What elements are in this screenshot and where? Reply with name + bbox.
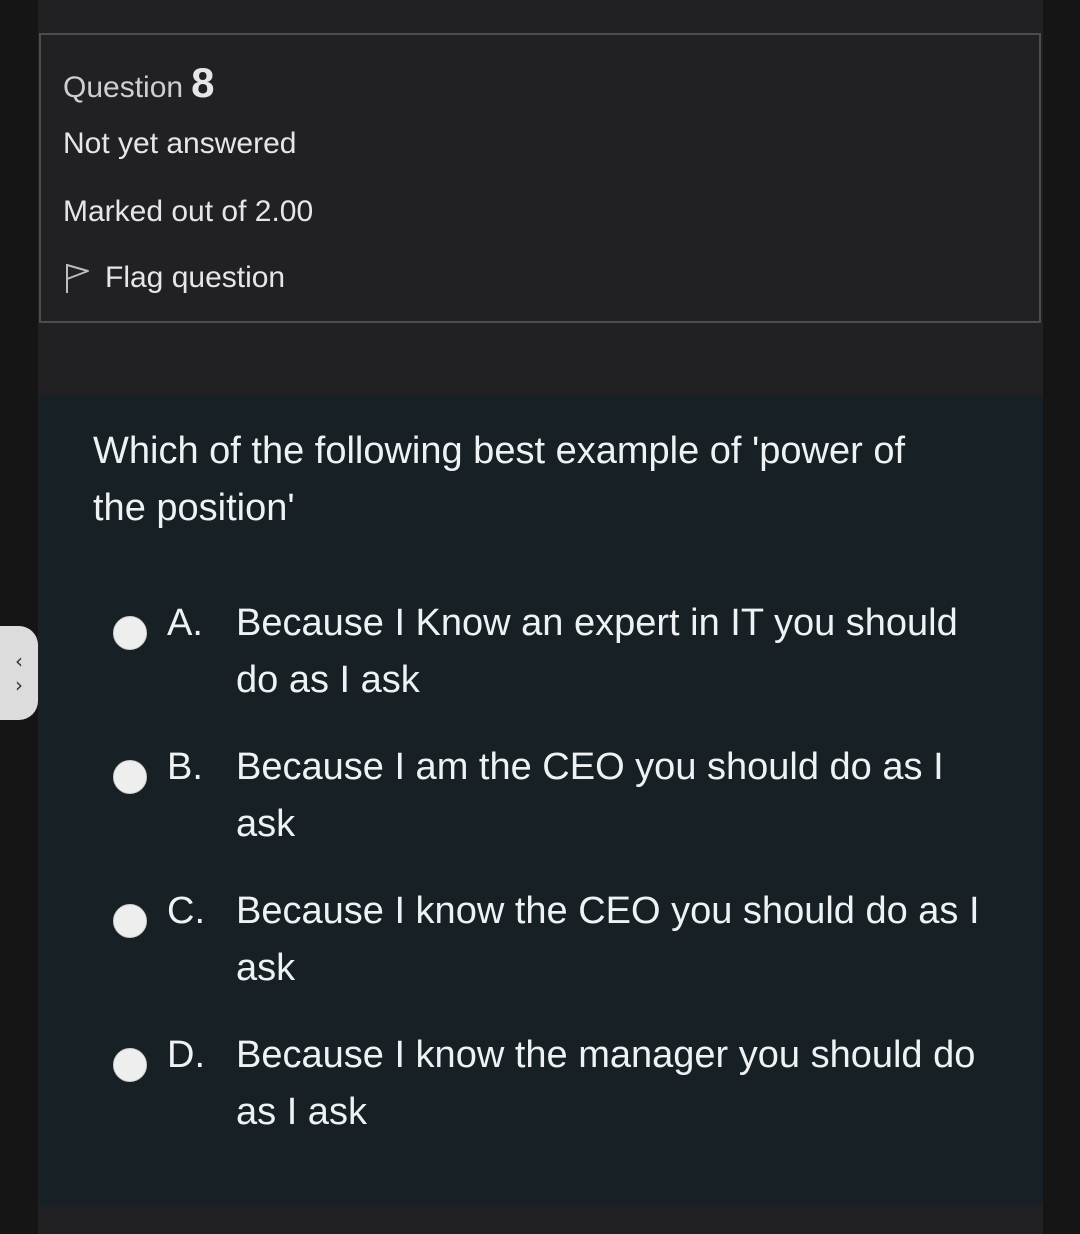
- marks-info: Marked out of 2.00: [63, 195, 314, 228]
- flag-icon: [63, 262, 91, 294]
- side-nav-toggle[interactable]: ‹ ›: [0, 626, 38, 720]
- answer-text: Because I know the CEO you should do as …: [236, 890, 980, 989]
- chevron-up-icon: ‹: [15, 649, 23, 673]
- answer-option-a[interactable]: A. Because I Know an expert in IT you sh…: [39, 595, 1043, 715]
- answer-letter: D.: [167, 1034, 205, 1076]
- answer-option-c[interactable]: C. Because I know the CEO you should do …: [39, 883, 1043, 1003]
- radio-button[interactable]: [113, 1048, 147, 1082]
- flag-question-button[interactable]: Flag question: [63, 261, 285, 295]
- chevron-down-icon: ›: [15, 673, 23, 697]
- answer-text: Because I am the CEO you should do as I …: [236, 746, 944, 845]
- question-info-box: Question 8 Not yet answered Marked out o…: [39, 33, 1041, 323]
- question-content: Which of the following best example of '…: [39, 395, 1043, 1205]
- question-number: 8: [191, 59, 215, 106]
- answer-letter: A.: [167, 602, 203, 644]
- question-text: Which of the following best example of '…: [93, 430, 906, 529]
- answer-text: Because I know the manager you should do…: [236, 1034, 976, 1133]
- answer-option-d[interactable]: D. Because I know the manager you should…: [39, 1027, 1043, 1147]
- answer-option-b[interactable]: B. Because I am the CEO you should do as…: [39, 739, 1043, 859]
- answer-status: Not yet answered: [63, 127, 297, 160]
- radio-button[interactable]: [113, 616, 147, 650]
- radio-button[interactable]: [113, 760, 147, 794]
- flag-question-label: Flag question: [105, 261, 286, 294]
- question-heading: Question 8: [63, 59, 214, 107]
- radio-button[interactable]: [113, 904, 147, 938]
- answer-letter: C.: [167, 890, 205, 932]
- answer-letter: B.: [167, 746, 203, 788]
- answer-text: Because I Know an expert in IT you shoul…: [236, 602, 958, 701]
- question-label: Question: [63, 71, 184, 104]
